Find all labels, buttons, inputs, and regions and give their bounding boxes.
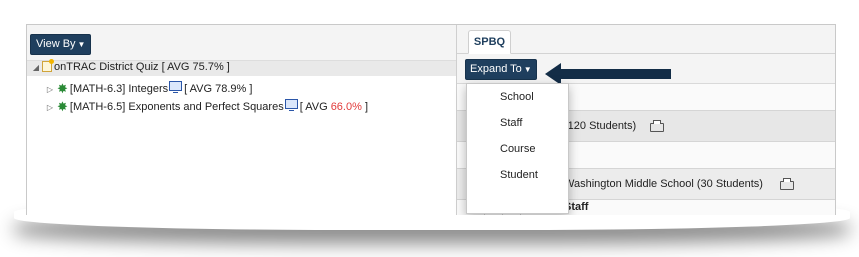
app-window: View By ▼ ◢ onTRAC District Quiz [ AVG 75.… [26, 24, 836, 215]
tab-bar: SPBQ [457, 25, 835, 54]
printer-icon[interactable] [780, 178, 794, 190]
expand-to-label: Expand To [470, 63, 522, 75]
monitor-icon[interactable] [169, 81, 183, 93]
quiz-icon [42, 59, 54, 72]
view-by-button[interactable]: View By ▼ [30, 34, 92, 55]
tree-root-row[interactable]: ◢ onTRAC District Quiz [ AVG 75.7% ] [27, 59, 456, 76]
action-bar: Expand To ▼ [457, 54, 835, 85]
avg-value: 66.0% [330, 101, 362, 113]
dropdown-item-student[interactable]: Student [500, 169, 538, 181]
left-toolbar: View By ▼ [27, 25, 456, 61]
tree-item-label: [MATH-6.5] Exponents and Perfect Squares [69, 101, 284, 113]
avg-suffix: ] [361, 101, 369, 113]
standard-star-icon: ✸ [57, 81, 68, 96]
monitor-icon[interactable] [284, 99, 298, 111]
tree-item-label: [MATH-6.3] Integers [69, 83, 169, 95]
tree-root-label: onTRAC District Quiz [ AVG 75.7% ] [54, 61, 230, 73]
pointer-arrow-icon [545, 63, 561, 85]
avg-value: 78.9% [215, 83, 247, 95]
tab-spbq[interactable]: SPBQ [468, 30, 511, 54]
expand-to-dropdown: School Staff Course Student [466, 83, 569, 214]
caret-down-icon: ▼ [523, 65, 532, 74]
expand-to-button[interactable]: Expand To ▼ [465, 59, 537, 80]
standard-star-icon: ✸ [57, 99, 68, 114]
dropdown-item-school[interactable]: School [500, 91, 534, 103]
collapse-arrow-icon[interactable]: ◢ [31, 63, 41, 72]
left-pane: View By ▼ ◢ onTRAC District Quiz [ AVG 75.… [27, 25, 457, 215]
expand-arrow-icon[interactable]: ▷ [45, 101, 55, 115]
dropdown-item-staff[interactable]: Staff [500, 117, 522, 129]
caret-down-icon: ▼ [77, 40, 86, 49]
school-name: Washington Middle School (30 Students) [564, 178, 763, 190]
dropdown-item-course[interactable]: Course [500, 143, 535, 155]
tree-item-integers[interactable]: ▷ ✸ [MATH-6.3] Integers [ AVG 78.9% ] [45, 81, 253, 97]
view-by-label: View By [36, 38, 76, 50]
district-students: (120 Students) [564, 120, 637, 132]
tree-item-exponents[interactable]: ▷ ✸ [MATH-6.5] Exponents and Perfect Squar… [45, 99, 369, 115]
expand-arrow-icon[interactable]: ▷ [45, 83, 55, 97]
printer-icon[interactable] [650, 120, 664, 132]
avg-suffix: ] [246, 83, 253, 95]
pointer-arrow-shaft [560, 69, 671, 79]
avg-prefix: [ AVG [299, 101, 331, 113]
avg-prefix: [ AVG [184, 83, 216, 95]
